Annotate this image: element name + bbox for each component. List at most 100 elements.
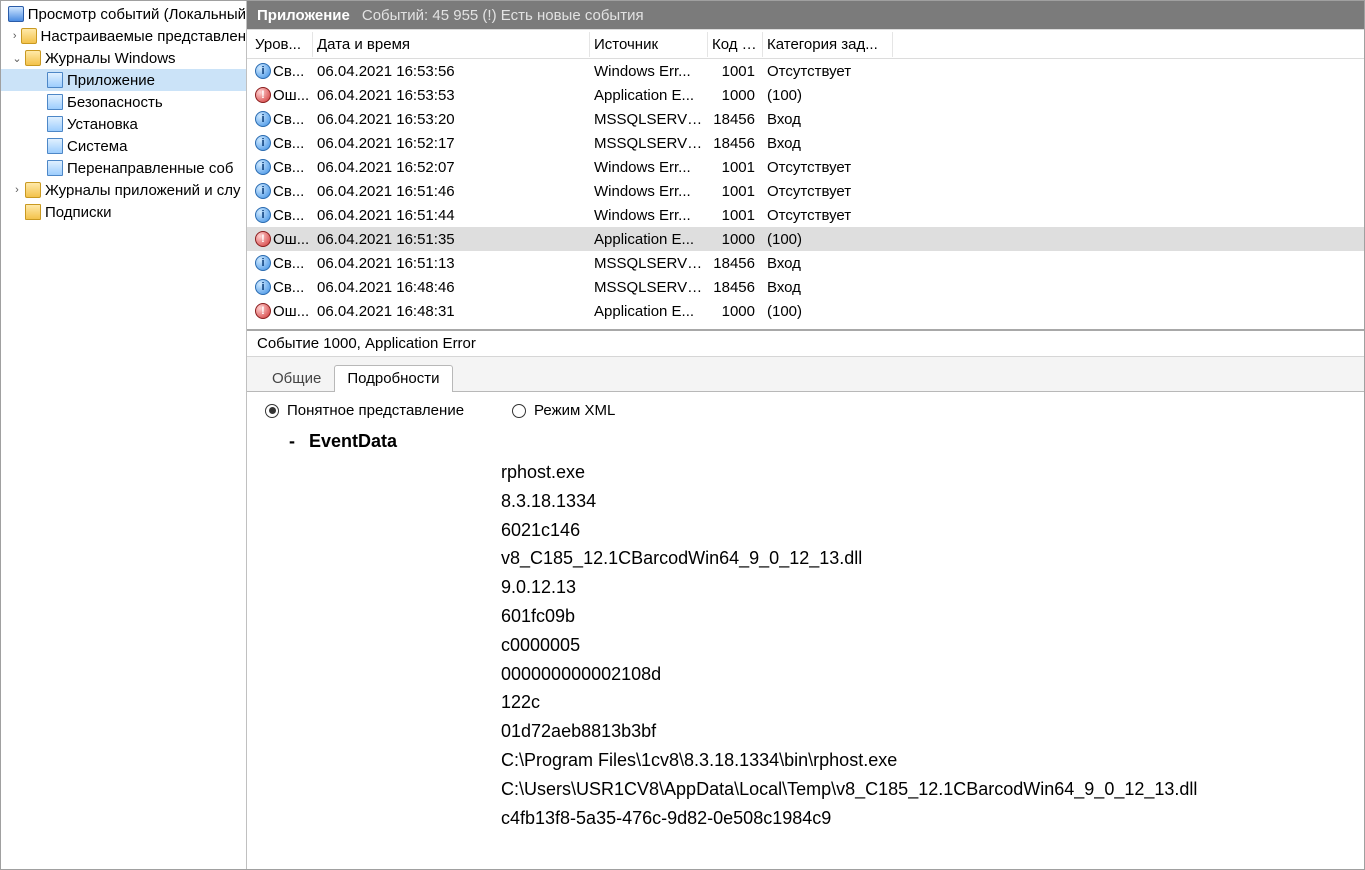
col-source[interactable]: Источник [590, 32, 708, 57]
cell-level: iСв... [251, 255, 313, 272]
radio-checked-icon [265, 404, 279, 418]
log-subtitle: Событий: 45 955 (!) Есть новые события [362, 7, 644, 24]
tree-setup-log[interactable]: Установка [1, 113, 246, 135]
info-icon: i [255, 279, 271, 295]
column-headers[interactable]: Уров... Дата и время Источник Код с... К… [247, 29, 1364, 59]
col-eventid[interactable]: Код с... [708, 32, 763, 57]
log-icon [47, 160, 63, 176]
cell-eventid: 1000 [708, 231, 763, 248]
level-text: Ош... [273, 87, 309, 104]
cell-eventid: 1001 [708, 159, 763, 176]
folder-icon [25, 50, 41, 66]
event-row[interactable]: iСв...06.04.2021 16:53:56Windows Err...1… [247, 59, 1364, 83]
tab-general[interactable]: Общие [259, 365, 334, 392]
cell-source: MSSQLSERVER [590, 279, 708, 296]
cell-category: Вход [763, 279, 893, 296]
eventdata-value: c0000005 [501, 631, 1346, 660]
cell-category: Вход [763, 111, 893, 128]
eventdata-value: C:\Program Files\1cv8\8.3.18.1334\bin\rp… [501, 746, 1346, 775]
cell-datetime: 06.04.2021 16:48:31 [313, 303, 590, 320]
info-icon: i [255, 63, 271, 79]
tree-item-label: Установка [67, 116, 138, 133]
error-icon: ! [255, 231, 271, 247]
navigation-tree[interactable]: Просмотр событий (Локальный › Настраивае… [1, 1, 247, 869]
tree-system-log[interactable]: Система [1, 135, 246, 157]
event-row[interactable]: iСв...06.04.2021 16:48:46MSSQLSERVER1845… [247, 275, 1364, 299]
cell-eventid: 1001 [708, 183, 763, 200]
log-icon [47, 138, 63, 154]
info-icon: i [255, 159, 271, 175]
tree-app-service-logs[interactable]: › Журналы приложений и слу [1, 179, 246, 201]
cell-eventid: 18456 [708, 111, 763, 128]
event-row[interactable]: iСв...06.04.2021 16:51:44Windows Err...1… [247, 203, 1364, 227]
event-row[interactable]: iСв...06.04.2021 16:51:13MSSQLSERVER1845… [247, 251, 1364, 275]
cell-level: !Ош... [251, 87, 313, 104]
level-text: Св... [273, 63, 304, 80]
tree-custom-views[interactable]: › Настраиваемые представлен [1, 25, 246, 47]
folder-icon [25, 182, 41, 198]
detail-body: Понятное представление Режим XML - Event… [247, 391, 1364, 869]
log-header: Приложение Событий: 45 955 (!) Есть новы… [247, 1, 1364, 29]
expand-icon[interactable]: › [9, 184, 25, 196]
tree-item-label: Система [67, 138, 127, 155]
event-row[interactable]: iСв...06.04.2021 16:52:07Windows Err...1… [247, 155, 1364, 179]
radio-unchecked-icon [512, 404, 526, 418]
cell-level: iСв... [251, 207, 313, 224]
tree-root[interactable]: Просмотр событий (Локальный [1, 3, 246, 25]
level-text: Св... [273, 111, 304, 128]
log-title: Приложение [257, 7, 350, 24]
event-list[interactable]: Уров... Дата и время Источник Код с... К… [247, 29, 1364, 329]
eventdata-label: EventData [309, 431, 397, 452]
tree-forwarded-log[interactable]: Перенаправленные соб [1, 157, 246, 179]
tree-application-log[interactable]: Приложение [1, 69, 246, 91]
cell-eventid: 1001 [708, 207, 763, 224]
eventdata-block: - EventData rphost.exe8.3.18.13346021c14… [265, 431, 1346, 832]
cell-source: Application E... [590, 231, 708, 248]
cell-eventid: 18456 [708, 135, 763, 152]
cell-level: iСв... [251, 159, 313, 176]
detail-panel: Событие 1000, Application Error Общие По… [247, 329, 1364, 869]
detail-title: Событие 1000, Application Error [247, 331, 1364, 357]
tree-root-label: Просмотр событий (Локальный [28, 6, 246, 23]
cell-datetime: 06.04.2021 16:52:07 [313, 159, 590, 176]
tree-subscriptions[interactable]: Подписки [1, 201, 246, 223]
cell-category: Вход [763, 255, 893, 272]
collapse-icon[interactable]: ⌄ [9, 52, 25, 65]
log-icon [47, 72, 63, 88]
cell-datetime: 06.04.2021 16:51:46 [313, 183, 590, 200]
subscriptions-icon [25, 204, 41, 220]
tree-windows-logs[interactable]: ⌄ Журналы Windows [1, 47, 246, 69]
event-row[interactable]: iСв...06.04.2021 16:51:46Windows Err...1… [247, 179, 1364, 203]
expand-icon[interactable]: › [9, 30, 21, 42]
log-icon [47, 94, 63, 110]
radio-xml-view[interactable]: Режим XML [512, 402, 615, 419]
event-row[interactable]: iСв...06.04.2021 16:52:17MSSQLSERVER1845… [247, 131, 1364, 155]
event-row[interactable]: iСв...06.04.2021 16:53:20MSSQLSERVER1845… [247, 107, 1364, 131]
eventdata-header[interactable]: - EventData [289, 431, 1346, 452]
tree-item-label: Журналы Windows [45, 50, 176, 67]
cell-source: Windows Err... [590, 63, 708, 80]
eventdata-value: 9.0.12.13 [501, 573, 1346, 602]
collapse-icon[interactable]: - [289, 431, 295, 452]
event-rows[interactable]: iСв...06.04.2021 16:53:56Windows Err...1… [247, 59, 1364, 329]
event-row[interactable]: !Ош...06.04.2021 16:48:31Application E..… [247, 299, 1364, 323]
event-row[interactable]: !Ош...06.04.2021 16:51:35Application E..… [247, 227, 1364, 251]
col-datetime[interactable]: Дата и время [313, 32, 590, 57]
cell-eventid: 1001 [708, 63, 763, 80]
eventdata-value: v8_C185_12.1CBarcodWin64_9_0_12_13.dll [501, 544, 1346, 573]
cell-source: Windows Err... [590, 159, 708, 176]
radio-friendly-view[interactable]: Понятное представление [265, 402, 464, 419]
cell-datetime: 06.04.2021 16:53:20 [313, 111, 590, 128]
info-icon: i [255, 207, 271, 223]
cell-datetime: 06.04.2021 16:52:17 [313, 135, 590, 152]
level-text: Св... [273, 135, 304, 152]
tree-security-log[interactable]: Безопасность [1, 91, 246, 113]
event-viewer-icon [8, 6, 24, 22]
tab-details[interactable]: Подробности [334, 365, 452, 392]
col-category[interactable]: Категория зад... [763, 32, 893, 57]
event-viewer-window: Просмотр событий (Локальный › Настраивае… [0, 0, 1365, 870]
event-row[interactable]: !Ош...06.04.2021 16:53:53Application E..… [247, 83, 1364, 107]
level-text: Св... [273, 207, 304, 224]
content-pane: Приложение Событий: 45 955 (!) Есть новы… [247, 1, 1364, 869]
col-level[interactable]: Уров... [251, 32, 313, 57]
